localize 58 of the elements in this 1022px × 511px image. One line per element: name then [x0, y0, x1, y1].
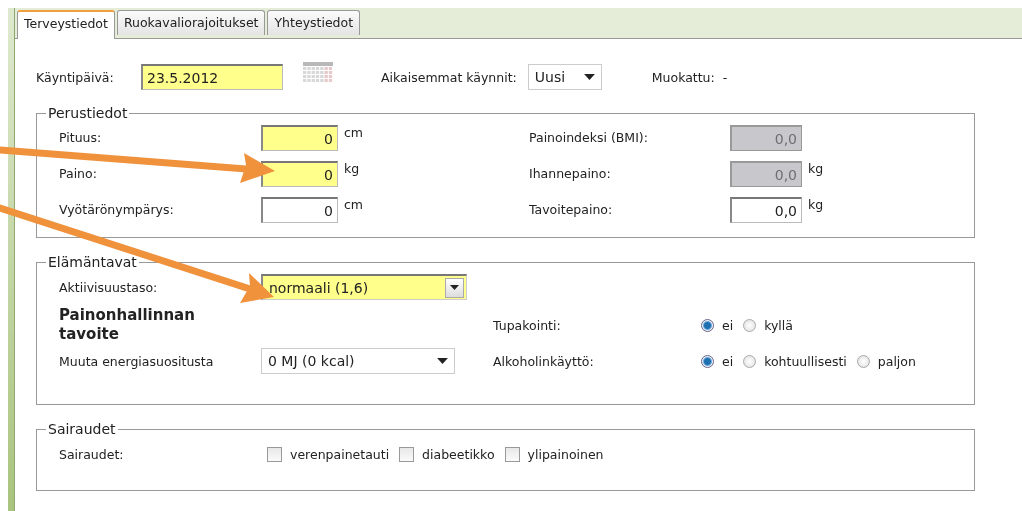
option-label[interactable]: kyllä — [764, 317, 793, 333]
section-title: Sairaudet — [47, 421, 117, 437]
field-label: Aktiivisuustaso: — [59, 279, 159, 295]
unit-label: cm — [343, 125, 365, 140]
tab[interactable]: Ruokavaliorajoitukset — [116, 10, 266, 35]
field-label: Pituus: — [59, 130, 103, 145]
option-label[interactable]: paljon — [877, 353, 916, 369]
section-title: Elämäntavat — [47, 254, 138, 270]
date-field[interactable]: 23.5.2012 — [141, 64, 283, 90]
field-label: Käyntipäivä: — [36, 69, 115, 85]
section-title: Perustiedot — [47, 105, 129, 121]
number-field[interactable]: 0 — [261, 125, 338, 151]
dropdown-button[interactable] — [445, 277, 464, 298]
option-label[interactable]: ei — [722, 353, 734, 369]
radio-button[interactable] — [856, 354, 870, 368]
section-heading: Painonhallinnan tavoite — [59, 306, 196, 344]
calendar-icon[interactable] — [303, 62, 333, 82]
field-label: Muokattu: — [651, 69, 715, 85]
number-field[interactable]: 0 — [261, 161, 338, 187]
caret-icon — [583, 74, 595, 80]
tab[interactable]: Terveystiedot — [17, 10, 115, 39]
modified-value: - — [722, 69, 728, 85]
checkbox[interactable] — [504, 447, 520, 462]
field-label: Paino: — [59, 166, 98, 181]
number-field: 0,0 — [730, 125, 802, 151]
field-label: Muuta energiasuositusta — [59, 353, 215, 369]
field-label: Painoindeksi (BMI): — [529, 130, 649, 145]
field-label: Tavoitepaino: — [529, 202, 614, 217]
unit-label: kg — [343, 161, 361, 176]
option-label[interactable]: diabeetikko — [422, 447, 495, 462]
option-label[interactable]: verenpainetauti — [290, 447, 390, 462]
caret-icon — [437, 358, 448, 364]
tab[interactable]: Yhteystiedot — [267, 10, 361, 35]
option-label[interactable]: ei — [722, 317, 734, 333]
option-label[interactable]: ylipainoinen — [527, 447, 604, 462]
unit-label: kg — [807, 161, 824, 176]
field-label: Ihannepaino: — [529, 166, 612, 181]
field-label: Vyötärönympärys: — [59, 202, 175, 217]
field-label: Tupakointi: — [493, 317, 562, 333]
visit-dropdown[interactable]: Uusi — [527, 64, 602, 90]
caret-icon — [450, 285, 459, 290]
option-label[interactable]: kohtuullisesti — [764, 353, 847, 369]
number-field[interactable]: 0,0 — [730, 197, 802, 223]
energy-dropdown[interactable]: 0 MJ (0 kcal) — [261, 348, 455, 374]
field-label: Sairaudet: — [59, 447, 125, 462]
checkbox[interactable] — [399, 447, 415, 462]
activity-dropdown[interactable]: normaali (1,6) — [261, 274, 467, 300]
radio-button[interactable] — [743, 354, 757, 368]
field-label: Alkoholinkäyttö: — [493, 353, 595, 369]
number-field: 0,0 — [730, 161, 802, 187]
checkbox[interactable] — [267, 447, 282, 462]
field-label: Aikaisemmat käynnit: — [381, 69, 517, 85]
unit-label: cm — [343, 197, 365, 212]
radio-button[interactable] — [701, 354, 714, 368]
unit-label: kg — [807, 197, 824, 212]
number-field[interactable]: 0 — [261, 197, 338, 223]
radio-button[interactable] — [701, 318, 714, 332]
radio-button[interactable] — [743, 318, 757, 332]
